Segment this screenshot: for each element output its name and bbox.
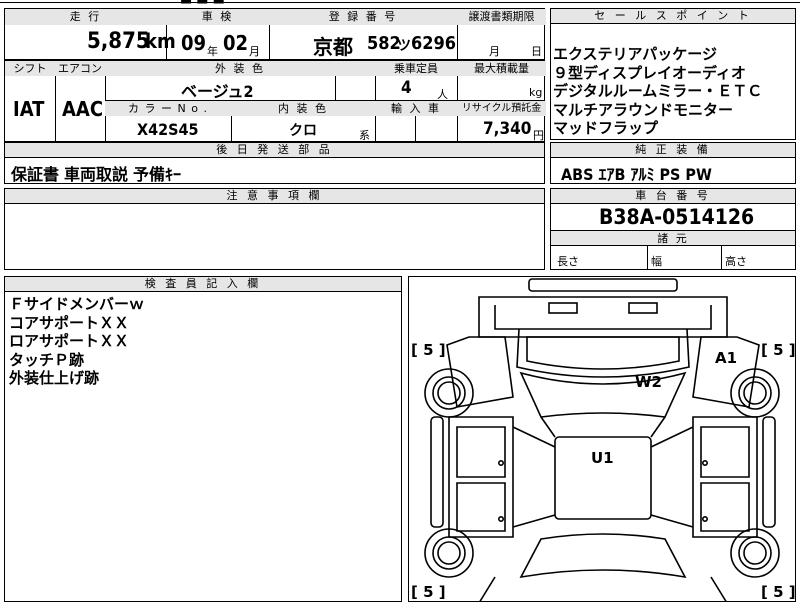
interior-color-value: クロ bbox=[289, 123, 317, 139]
capacity-header: 乗車定員 bbox=[375, 61, 457, 76]
color-no-value: X42S45 bbox=[137, 120, 199, 139]
capacity-value: 4 bbox=[401, 78, 412, 98]
mileage-unit: km bbox=[145, 29, 176, 53]
later-items-header: 後 日 発 送 部 品 bbox=[5, 143, 544, 158]
max-load-unit: kg bbox=[529, 86, 543, 99]
shift-value: IAT bbox=[13, 97, 45, 121]
color-no-header: カ ラ ー N o . bbox=[105, 101, 231, 116]
sales-points-header: セ ー ル ス ポ イ ン ト bbox=[551, 9, 795, 24]
genuine-equipment-box: 純 正 装 備 ABS ｴｱB ｱﾙﾐ PS PW bbox=[550, 142, 796, 184]
interior-color-suffix: 系 bbox=[359, 129, 370, 142]
sales-point-item: エクステリアパッケージ bbox=[553, 45, 717, 63]
exterior-color-value: ベージュ2 bbox=[181, 82, 254, 101]
tire-depth-value: 5 bbox=[773, 583, 784, 601]
inspector-line: 外装仕上げ跡 bbox=[9, 369, 100, 387]
recycle-unit: 円 bbox=[533, 129, 544, 142]
notes-box: 注 意 事 項 欄 bbox=[4, 188, 545, 270]
mileage-value: 5,875 bbox=[87, 29, 150, 54]
shift-header: シフト bbox=[5, 61, 55, 76]
max-load-header: 最大積載量 bbox=[457, 61, 546, 76]
notes-header: 注 意 事 項 欄 bbox=[5, 189, 544, 204]
interior-color-header: 内 装 色 bbox=[231, 101, 375, 116]
registration-class: 582 bbox=[367, 33, 401, 54]
top-cutoff-strip bbox=[0, 0, 800, 3]
top-table: 走 行 車 検 登 録 番 号 譲渡書類期限 5,875 km 09 年 02 … bbox=[4, 8, 546, 60]
tire-label-front-left: [ 5 ] bbox=[411, 341, 446, 359]
registration-header: 登 録 番 号 bbox=[269, 9, 457, 25]
registration-region: 京都 bbox=[313, 35, 353, 59]
mileage-header: 走 行 bbox=[5, 9, 166, 25]
inspector-line: Ｆサイドメンバーｗ bbox=[9, 295, 145, 313]
sales-point-item: マッドフラップ bbox=[553, 119, 659, 137]
recycle-value: 7,340 bbox=[483, 119, 532, 139]
recycle-header: リサイクル預託金 bbox=[457, 101, 546, 116]
exterior-color-header: 外 装 色 bbox=[105, 61, 375, 76]
transfer-deadline-header: 譲渡書類期限 bbox=[457, 9, 546, 25]
tire-depth-value: 5 bbox=[423, 583, 434, 601]
genuine-equipment-header: 純 正 装 備 bbox=[551, 143, 795, 158]
height-label: 高さ bbox=[725, 255, 747, 268]
tire-depth-value: 5 bbox=[423, 341, 434, 359]
tire-label-rear-left: [ 5 ] bbox=[411, 583, 446, 601]
later-shipping-parts: 後 日 発 送 部 品 保証書 車両取説 予備ｷｰ bbox=[4, 142, 545, 184]
sales-point-item: デジタルルームミラー・ＥＴＣ bbox=[553, 82, 763, 100]
inspector-line: タッチＰ跡 bbox=[9, 350, 85, 369]
top-cutoff-text: ■■■ bbox=[180, 0, 229, 6]
later-items-value: 保証書 車両取説 予備ｷｰ bbox=[11, 165, 182, 184]
inspector-notes: Ｆサイドメンバーｗ コアサポートＸＸ ロアサポートＸＸ タッチＰ跡 外装仕上げ跡 bbox=[9, 295, 144, 388]
chassis-header: 車 台 番 号 bbox=[551, 189, 795, 204]
damage-mark-w2: W2 bbox=[635, 373, 662, 391]
inspector-line: コアサポートＸＸ bbox=[9, 313, 130, 332]
inspection-header: 車 検 bbox=[166, 9, 269, 25]
inspector-line: ロアサポートＸＸ bbox=[9, 332, 130, 350]
inspection-month-unit: 月 bbox=[249, 45, 260, 58]
inspection-year: 09 bbox=[181, 31, 207, 55]
tire-label-rear-right: [ 5 ] bbox=[761, 583, 796, 601]
chassis-box: 車 台 番 号 B38A-0514126 諸 元 長さ 幅 高さ bbox=[550, 188, 796, 270]
inspection-year-unit: 年 bbox=[207, 45, 218, 58]
vehicle-spec-table: シフト エアコン 外 装 色 乗車定員 最大積載量 IAT AAC ベージュ2 … bbox=[4, 60, 546, 142]
ac-header: エアコン bbox=[55, 61, 105, 76]
damage-mark-a1: A1 bbox=[715, 349, 738, 367]
inspector-header: 検 査 員 記 入 欄 bbox=[5, 277, 401, 292]
import-header: 輸 入 車 bbox=[375, 101, 457, 116]
tire-depth-value: 5 bbox=[773, 341, 784, 359]
sales-points-list: エクステリアパッケージ ９型ディスプレイオーディオ デジタルルームミラー・ＥＴＣ… bbox=[553, 45, 762, 138]
inspection-month: 02 bbox=[223, 31, 249, 55]
chassis-number: B38A-0514126 bbox=[599, 205, 755, 229]
sales-point-item: ９型ディスプレイオーディオ bbox=[553, 63, 746, 82]
car-diagram-box: [ 5 ] [ 5 ] [ 5 ] [ 5 ] A1 W2 U1 bbox=[408, 276, 796, 602]
car-diagram bbox=[424, 278, 780, 601]
damage-mark-u1: U1 bbox=[591, 449, 614, 467]
registration-kana: ツ bbox=[397, 38, 411, 54]
inspector-box: 検 査 員 記 入 欄 Ｆサイドメンバーｗ コアサポートＸＸ ロアサポートＸＸ … bbox=[4, 276, 402, 602]
genuine-equipment-value: ABS ｴｱB ｱﾙﾐ PS PW bbox=[561, 165, 712, 184]
registration-number: 6296 bbox=[411, 33, 457, 54]
length-label: 長さ bbox=[557, 255, 579, 268]
capacity-unit: 人 bbox=[437, 88, 448, 101]
width-label: 幅 bbox=[651, 255, 662, 268]
ac-value: AAC bbox=[62, 97, 104, 121]
sales-points-box: セ ー ル ス ポ イ ン ト エクステリアパッケージ ９型ディスプレイオーディ… bbox=[550, 8, 796, 140]
transfer-day-unit: 日 bbox=[531, 45, 542, 58]
dimensions-header: 諸 元 bbox=[551, 231, 795, 246]
sales-point-item: マルチアラウンドモニター bbox=[553, 100, 734, 119]
transfer-month-unit: 月 bbox=[489, 45, 500, 58]
tire-label-front-right: [ 5 ] bbox=[761, 341, 796, 359]
